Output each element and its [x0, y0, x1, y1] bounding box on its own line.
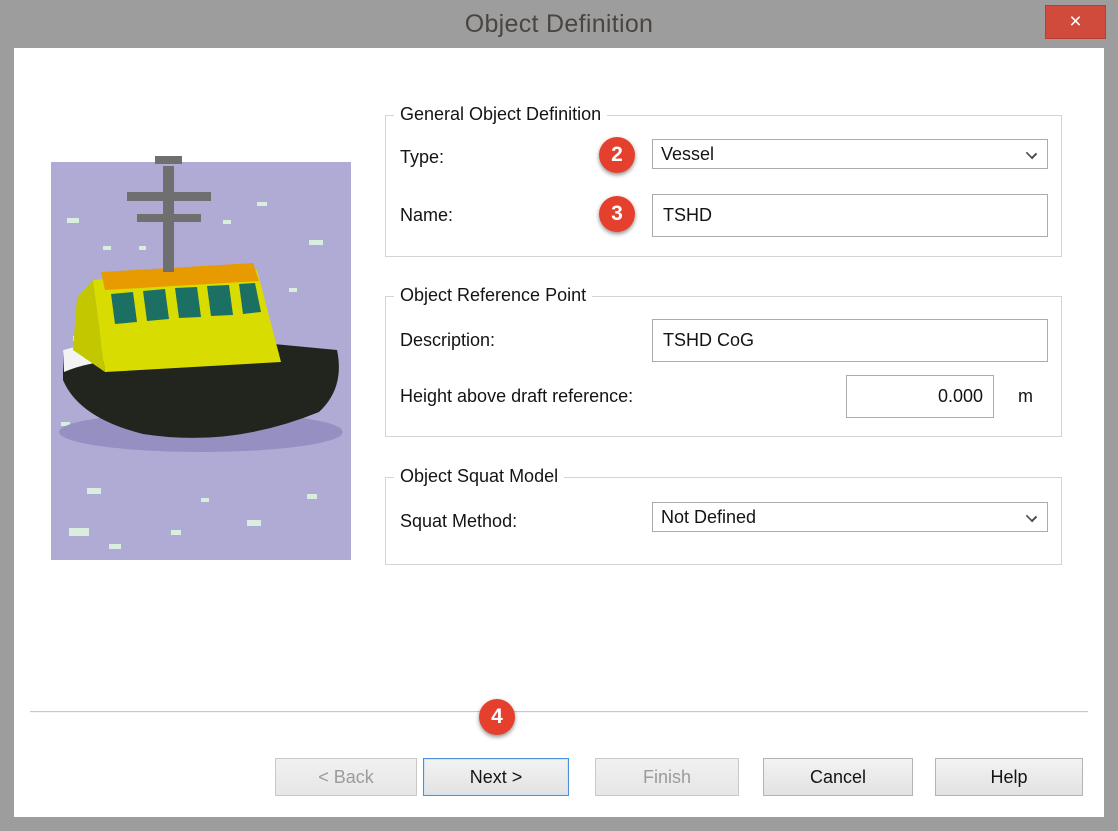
- help-button[interactable]: Help: [935, 758, 1083, 796]
- dialog-content: General Object Definition Type: Vessel N…: [14, 48, 1104, 817]
- close-button[interactable]: ×: [1045, 5, 1106, 39]
- dialog-titlebar: Object Definition ×: [0, 0, 1118, 48]
- squat-method-dropdown-value: Not Defined: [661, 507, 756, 528]
- group-general-legend: General Object Definition: [394, 104, 607, 125]
- description-input[interactable]: [652, 319, 1048, 362]
- next-button[interactable]: Next >: [423, 758, 569, 796]
- type-label: Type:: [400, 147, 444, 168]
- group-object-reference-point: Object Reference Point Description: Heig…: [385, 296, 1062, 437]
- height-input[interactable]: [846, 375, 994, 418]
- dialog-title: Object Definition: [465, 10, 654, 39]
- group-squat-legend: Object Squat Model: [394, 466, 564, 487]
- step-badge-4: 4: [479, 699, 515, 735]
- step-badge-2: 2: [599, 137, 635, 173]
- step-badge-2-number: 2: [611, 143, 623, 167]
- group-object-squat-model: Object Squat Model Squat Method: Not Def…: [385, 477, 1062, 565]
- step-badge-3-number: 3: [611, 202, 623, 226]
- chevron-down-icon: [1026, 511, 1037, 522]
- group-general-object-definition: General Object Definition Type: Vessel N…: [385, 115, 1062, 257]
- close-icon: ×: [1069, 10, 1081, 34]
- description-label: Description:: [400, 330, 495, 351]
- height-label: Height above draft reference:: [400, 386, 633, 407]
- step-badge-3: 3: [599, 196, 635, 232]
- name-label: Name:: [400, 205, 453, 226]
- type-dropdown-value: Vessel: [661, 144, 714, 165]
- name-input[interactable]: [652, 194, 1048, 237]
- height-unit-label: m: [1018, 386, 1033, 407]
- preview-sky: [51, 100, 351, 162]
- group-reference-legend: Object Reference Point: [394, 285, 592, 306]
- squat-method-label: Squat Method:: [400, 511, 517, 532]
- chevron-down-icon: [1026, 148, 1037, 159]
- type-dropdown[interactable]: Vessel: [652, 139, 1048, 169]
- vessel-preview-image: [51, 100, 351, 560]
- cancel-button[interactable]: Cancel: [763, 758, 913, 796]
- footer-divider: [30, 711, 1088, 712]
- squat-method-dropdown[interactable]: Not Defined: [652, 502, 1048, 532]
- step-badge-4-number: 4: [491, 705, 503, 729]
- vessel-preview-svg: [51, 100, 351, 560]
- finish-button: Finish: [595, 758, 739, 796]
- object-definition-dialog: Object Definition ×: [0, 0, 1118, 831]
- back-button: < Back: [275, 758, 417, 796]
